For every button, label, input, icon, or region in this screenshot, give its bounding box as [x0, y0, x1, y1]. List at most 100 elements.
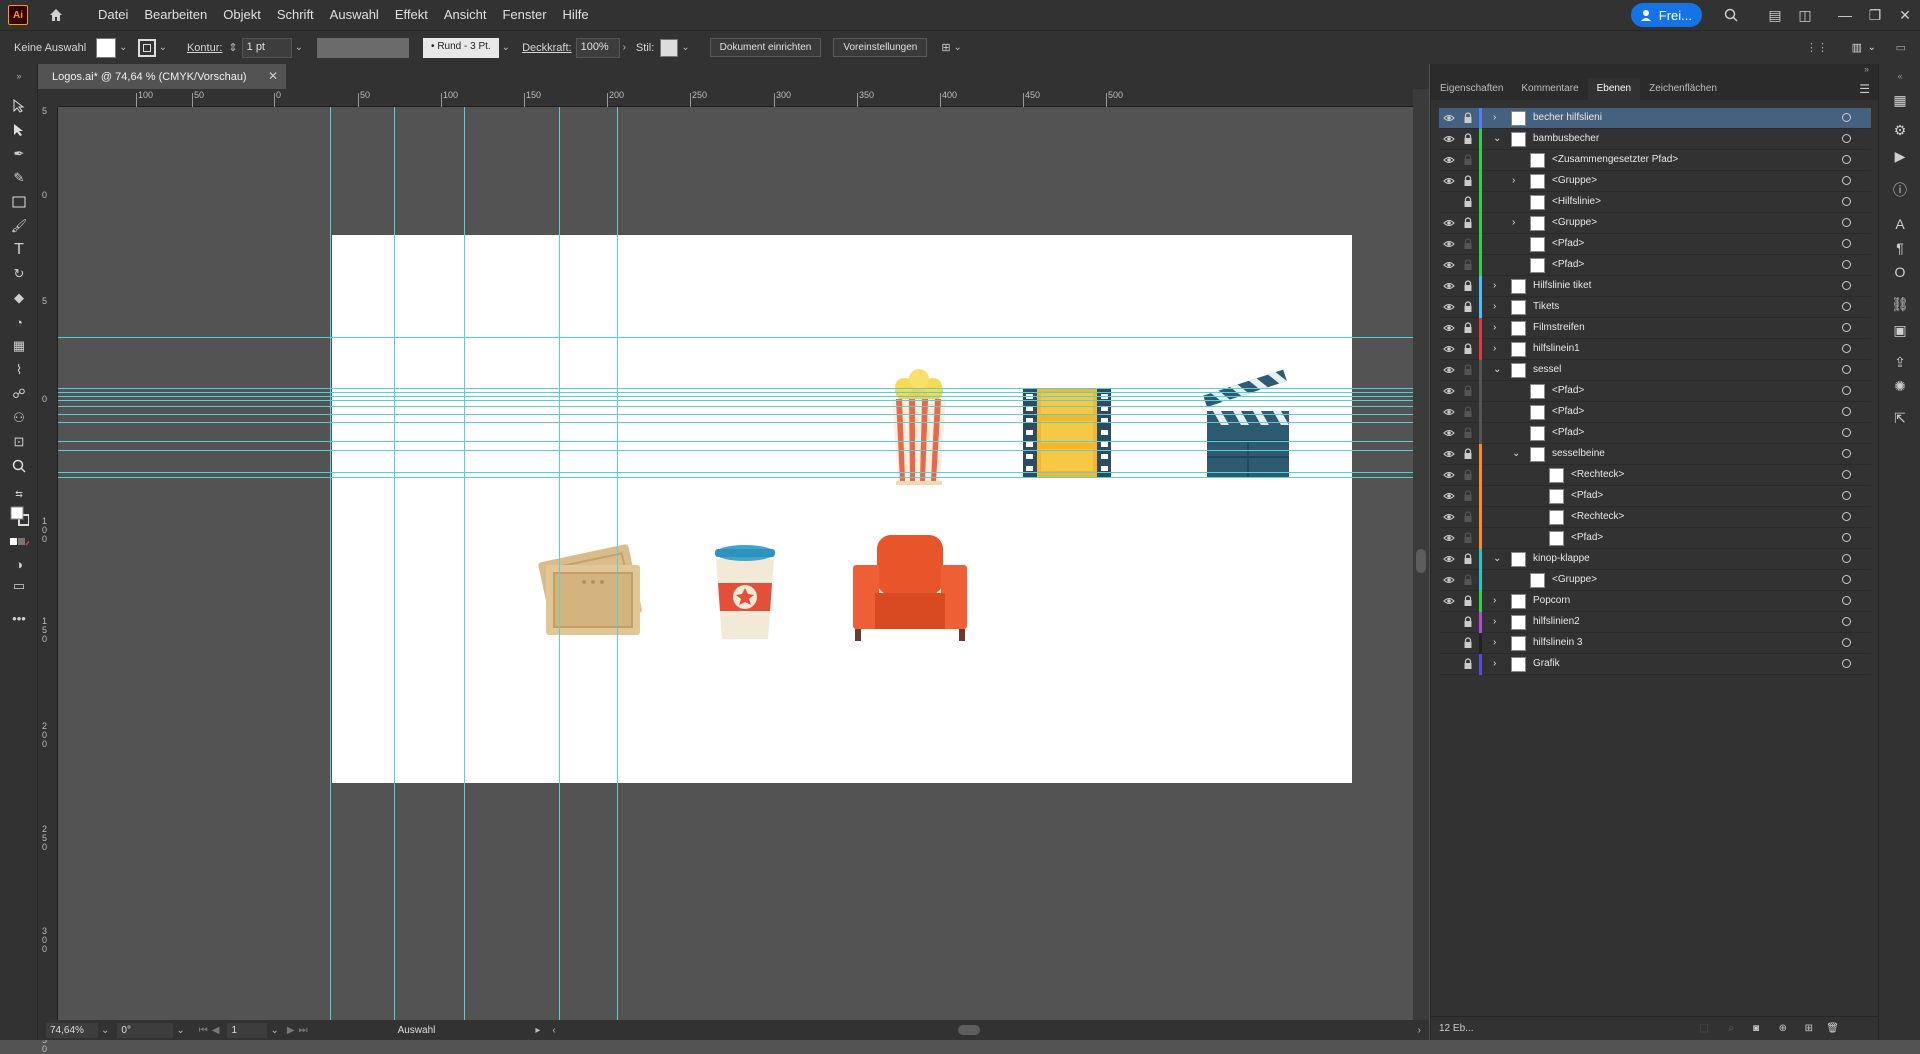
layer-name[interactable]: sesselbeine [1552, 448, 1605, 459]
artboard-number-field[interactable]: 1 [227, 1022, 268, 1038]
guide-horizontal[interactable] [58, 450, 1413, 451]
visibility-eye-icon[interactable] [1443, 449, 1455, 459]
links-icon[interactable]: ⛓ [1890, 294, 1910, 314]
layer-row[interactable]: <Pfad> [1439, 381, 1871, 402]
layer-row[interactable]: ⌄ sessel [1439, 360, 1871, 381]
brush-definition[interactable]: • Rund - 3 Pt. [423, 37, 499, 58]
chevron-down-icon[interactable]: ⌄ [295, 42, 303, 53]
visibility-eye-icon[interactable] [1443, 113, 1455, 123]
visibility-eye-icon[interactable] [1443, 659, 1455, 669]
menu-item[interactable]: Hilfe [555, 0, 597, 30]
puppet-warp-tool-icon[interactable]: ☍ [9, 384, 29, 404]
menu-item[interactable]: Fenster [494, 0, 554, 30]
menu-item[interactable]: Bearbeiten [136, 0, 215, 30]
libraries-icon[interactable]: ▦ [1890, 90, 1910, 110]
lock-icon[interactable] [1463, 154, 1473, 166]
layer-name[interactable]: <Gruppe> [1552, 574, 1597, 585]
ruler-corner[interactable] [38, 89, 58, 107]
layer-name[interactable]: <Pfad> [1571, 490, 1603, 501]
menu-item[interactable]: Ansicht [436, 0, 495, 30]
guide-horizontal[interactable] [58, 414, 1413, 415]
guide-horizontal[interactable] [58, 477, 1413, 478]
canvas[interactable] [58, 107, 1413, 1020]
layer-name[interactable]: sessel [1533, 364, 1561, 375]
target-icon[interactable] [1842, 596, 1851, 605]
more-tools-icon[interactable]: ••• [9, 608, 29, 628]
lock-icon[interactable] [1463, 595, 1473, 607]
collapse-panel-icon[interactable]: » [1864, 64, 1869, 74]
visibility-eye-icon[interactable] [1443, 302, 1455, 312]
lock-icon[interactable] [1463, 448, 1473, 460]
target-icon[interactable] [1842, 344, 1851, 353]
guide-vertical[interactable] [394, 107, 395, 1020]
target-icon[interactable] [1842, 533, 1851, 542]
horizontal-scrollbar[interactable] [558, 1024, 1438, 1036]
share-button[interactable]: Frei... [1630, 3, 1702, 27]
chevron-right-icon[interactable]: › [1493, 112, 1496, 123]
target-icon[interactable] [1842, 176, 1851, 185]
layer-row[interactable]: <Pfad> [1439, 234, 1871, 255]
status-menu-icon[interactable]: ▸ [535, 1025, 540, 1036]
eyedropper-tool-icon[interactable]: ⌇ [9, 360, 29, 380]
menu-item[interactable]: Auswahl [322, 0, 387, 30]
film-strip-icon[interactable] [1023, 389, 1111, 477]
asset-export-icon[interactable]: ⇪ [1890, 352, 1910, 372]
visibility-eye-icon[interactable] [1443, 155, 1455, 165]
artboard-tool-icon[interactable]: ⊡ [9, 432, 29, 452]
target-icon[interactable] [1842, 323, 1851, 332]
close-tab-icon[interactable]: ✕ [268, 69, 278, 83]
target-icon[interactable] [1842, 134, 1851, 143]
target-icon[interactable] [1842, 302, 1851, 311]
character-icon[interactable]: A [1890, 214, 1910, 234]
layer-name[interactable]: <Zusammengesetzter Pfad> [1552, 154, 1678, 165]
layer-row[interactable]: › Tikets [1439, 297, 1871, 318]
chevron-right-icon[interactable]: › [1493, 322, 1496, 333]
target-icon[interactable] [1842, 470, 1851, 479]
clapperboard-icon[interactable] [1203, 369, 1289, 477]
chevron-right-icon[interactable]: › [1493, 616, 1496, 627]
layer-name[interactable]: <Hilfslinie> [1552, 196, 1601, 207]
target-icon[interactable] [1842, 659, 1851, 668]
guide-horizontal[interactable] [58, 392, 1413, 393]
layer-row[interactable]: ⌄ sesselbeine [1439, 444, 1871, 465]
layer-name[interactable]: hilfslinien2 [1533, 616, 1580, 627]
guide-horizontal[interactable] [58, 441, 1413, 442]
lock-icon[interactable] [1463, 427, 1473, 439]
chevron-down-icon[interactable]: ⌄ [1493, 364, 1501, 375]
lock-icon[interactable] [1463, 322, 1473, 334]
layer-name[interactable]: <Pfad> [1552, 385, 1584, 396]
home-icon[interactable] [46, 5, 66, 25]
prev-artboard-icon[interactable]: ◀ [212, 1025, 220, 1036]
chevron-right-icon[interactable]: › [1493, 343, 1496, 354]
menu-item[interactable]: Datei [90, 0, 136, 30]
lock-icon[interactable] [1463, 175, 1473, 187]
arrange-icon[interactable]: ◫ [1790, 0, 1820, 30]
target-icon[interactable] [1842, 407, 1851, 416]
arrange-docs-icon[interactable]: ⋮⋮ [1806, 41, 1828, 54]
guide-vertical[interactable] [330, 107, 331, 1020]
screen-mode-icon[interactable]: ▭ [9, 576, 29, 596]
layer-row[interactable]: <Pfad> [1439, 528, 1871, 549]
lock-icon[interactable] [1463, 637, 1473, 649]
chevron-down-icon[interactable]: ⌄ [119, 42, 127, 53]
variable-width-profile[interactable] [317, 37, 410, 58]
rectangle-tool-icon[interactable] [9, 192, 29, 212]
target-icon[interactable] [1842, 491, 1851, 500]
chevron-right-icon[interactable]: › [1493, 658, 1496, 669]
panel-tab[interactable]: Eigenschaften [1431, 78, 1512, 100]
chevron-down-icon[interactable]: ⌄ [1512, 448, 1520, 459]
toolbar-toggle-icon[interactable]: ▭ [1896, 41, 1906, 54]
scroll-left-icon[interactable]: ‹ [552, 1025, 555, 1036]
zoom-field[interactable]: 74,64% [46, 1022, 98, 1038]
expand-panels-icon[interactable]: « [1890, 66, 1910, 86]
visibility-eye-icon[interactable] [1443, 491, 1455, 501]
chevron-down-icon[interactable]: ⌄ [681, 42, 689, 53]
layer-name[interactable]: becher hilfslieni [1533, 112, 1602, 123]
layer-name[interactable]: <Rechteck> [1571, 469, 1624, 480]
zoom-tool-icon[interactable] [9, 456, 29, 476]
lock-icon[interactable] [1463, 658, 1473, 670]
curvature-tool-icon[interactable]: ✎ [9, 168, 29, 188]
panel-tab[interactable]: Kommentare [1512, 78, 1587, 100]
next-artboard-icon[interactable]: ▶ [287, 1025, 295, 1036]
layer-row[interactable]: › hilfslinein1 [1439, 339, 1871, 360]
